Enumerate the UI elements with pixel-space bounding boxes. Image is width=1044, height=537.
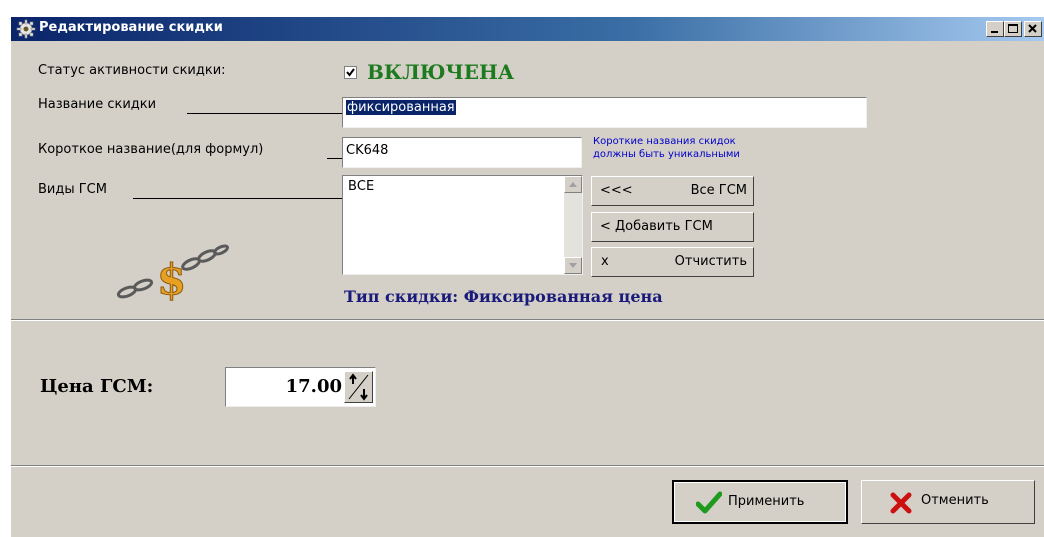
all-fuel-arrows: <<< (600, 183, 633, 198)
all-fuel-label: Все ГСМ (690, 183, 747, 198)
short-name-hint-line2: должны быть уникальными (593, 149, 740, 160)
close-icon (1028, 24, 1037, 33)
scroll-up-button[interactable] (564, 176, 582, 193)
close-button[interactable] (1024, 21, 1042, 37)
fuel-types-label: Виды ГСМ (38, 182, 107, 197)
price-value: 17.00 (285, 376, 342, 397)
discount-type-label: Тип скидки: Фиксированная цена (344, 287, 663, 306)
maximize-icon (1008, 24, 1018, 33)
svg-text:$: $ (157, 255, 186, 304)
price-spinner[interactable]: 17.00 (225, 367, 376, 407)
section-divider (11, 319, 1044, 321)
title-bar[interactable]: Редактирование скидки (11, 17, 1044, 41)
short-name-hint-line1: Короткие названия скидок (593, 136, 736, 147)
short-name-label: Короткое название(для формул) (38, 142, 264, 157)
name-leader-line (187, 113, 343, 114)
spinner-arrows-icon (348, 373, 369, 401)
cancel-button[interactable]: Отменить (861, 480, 1035, 524)
window-title: Редактирование скидки (39, 20, 223, 35)
apply-button[interactable]: Применить (672, 480, 848, 524)
price-label: Цена ГСМ: (40, 376, 154, 397)
footer-divider (11, 465, 1044, 467)
name-label: Название скидки (38, 97, 157, 112)
status-label: Статус активности скидки: (38, 63, 226, 78)
scroll-down-button[interactable] (564, 257, 582, 274)
checkmark-icon (346, 68, 355, 77)
discount-name-input[interactable]: фиксированная (342, 97, 867, 128)
clear-fuel-label: Отчистить (674, 254, 747, 269)
cancel-label: Отменить (921, 493, 989, 508)
clear-x-icon: x (601, 254, 609, 269)
fuel-list-item[interactable]: ВСЕ (348, 179, 374, 194)
discount-name-value: фиксированная (346, 100, 456, 115)
spinner-button[interactable] (344, 371, 373, 403)
chain-dollar-icon: $ (116, 244, 229, 304)
add-fuel-label: < Добавить ГСМ (600, 219, 713, 234)
status-value: ВКЛЮЧЕНА (367, 60, 515, 84)
apply-label: Применить (728, 494, 805, 509)
clear-fuel-button[interactable]: x Отчистить (591, 247, 754, 277)
gear-icon (16, 19, 36, 39)
all-fuel-button[interactable]: <<< Все ГСМ (591, 176, 754, 206)
status-checkbox[interactable] (344, 66, 357, 79)
fuel-types-list[interactable]: ВСЕ (342, 175, 583, 275)
cancel-x-icon (890, 492, 912, 514)
discount-edit-window: Редактирование скидки Статус активности … (11, 17, 1044, 537)
short-name-input[interactable]: CK648 (342, 137, 582, 168)
maximize-button[interactable] (1004, 21, 1022, 37)
fuel-types-leader-line (133, 198, 343, 199)
minimize-button[interactable] (986, 21, 1004, 37)
list-scrollbar[interactable] (564, 176, 582, 274)
add-fuel-button[interactable]: < Добавить ГСМ (591, 212, 754, 242)
short-name-leader-line (327, 158, 343, 159)
arrow-up-icon (569, 182, 577, 187)
arrow-down-icon (569, 263, 577, 268)
checkmark-icon (696, 491, 722, 514)
short-name-value: CK648 (346, 143, 389, 158)
minimize-icon (991, 31, 998, 33)
